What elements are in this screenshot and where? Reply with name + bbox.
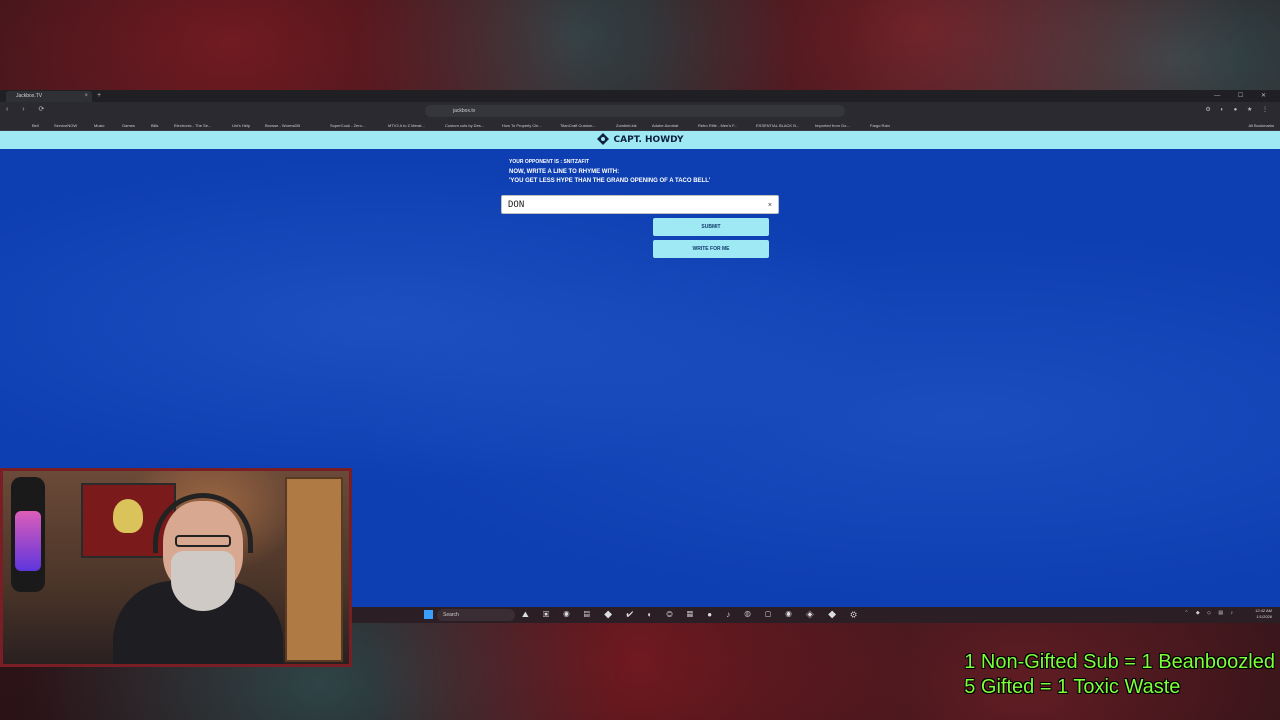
bookmark-item[interactable]: TitanCraft Custom... bbox=[560, 120, 596, 131]
bookmarks-bar: Bell ServiceNOW Music Games Bills Electr… bbox=[0, 120, 1280, 131]
flag-skull-icon bbox=[113, 499, 143, 533]
player-avatar-icon bbox=[596, 132, 609, 145]
bookmark-item[interactable]: Electronic - The Se... bbox=[174, 120, 211, 131]
rhyme-prompt: 'YOU GET LESS HYPE THAN THE GRAND OPENIN… bbox=[509, 178, 711, 184]
bookmark-item[interactable]: Custom cuts by Des... bbox=[445, 120, 484, 131]
clear-icon[interactable]: × bbox=[768, 196, 772, 215]
clock-date: 1/1/2026 bbox=[1256, 614, 1272, 619]
tab-bar: Jackbox.TV × + — ☐ ✕ bbox=[0, 90, 1280, 102]
tab-jackbox[interactable]: Jackbox.TV × bbox=[6, 91, 92, 102]
bookmark-item[interactable]: Games bbox=[122, 120, 135, 131]
system-tray-icons[interactable]: ⌃ ◆ ◇ ▤ ♪ bbox=[1184, 610, 1236, 616]
submit-button[interactable]: SUBMIT bbox=[653, 218, 769, 236]
taskbar-search[interactable]: Search bbox=[437, 609, 515, 621]
bookmark-item[interactable]: Retro Rifle - Men's F... bbox=[698, 120, 737, 131]
taskbar-app-icons[interactable]: ⛰ ▣ ◉ ▤ ◆ ✔ ◐ ◎ ▦ ● ♪ ◍ ▢ ◉ ◈ ◆ ⚙ bbox=[522, 609, 863, 621]
address-bar: ‹ › ⟳ jackbox.tv ⚙ ◐ ● ★ ⋮ bbox=[0, 102, 1280, 120]
answer-value[interactable]: DON bbox=[508, 196, 524, 215]
bookmark-item[interactable]: Browse - WormsDB bbox=[265, 120, 300, 131]
tab-close-icon[interactable]: × bbox=[84, 91, 88, 102]
overlay-line-2: 5 Gifted = 1 Toxic Waste bbox=[964, 676, 1181, 698]
bookmark-item[interactable]: SuperCook - Zero... bbox=[330, 120, 365, 131]
url-field[interactable]: jackbox.tv bbox=[425, 105, 845, 117]
bookmark-item[interactable]: Bills bbox=[151, 120, 158, 131]
webcam-door bbox=[285, 477, 343, 662]
tab-title: Jackbox.TV bbox=[16, 93, 43, 99]
sub-goal-overlay: 1 Non-Gifted Sub = 1 Beanboozled 5 Gifte… bbox=[964, 650, 1275, 700]
player-name: CAPT. HOWDY bbox=[613, 135, 684, 145]
bookmark-item[interactable]: Fargo Rain bbox=[870, 120, 890, 131]
bookmark-item[interactable]: Bell bbox=[32, 120, 39, 131]
bookmark-item[interactable]: ZombieLink bbox=[616, 120, 637, 131]
instruction-text: NOW, WRITE A LINE TO RHYME WITH: bbox=[509, 169, 620, 175]
streamer-beard bbox=[171, 551, 235, 611]
bookmark-item[interactable]: Music bbox=[94, 120, 104, 131]
bookmark-item[interactable]: ESSENTIAL BLACK B... bbox=[756, 120, 799, 131]
opponent-label: YOUR OPPONENT IS : SNITZAFIT bbox=[509, 159, 590, 165]
all-bookmarks[interactable]: All Bookmarks bbox=[1248, 120, 1274, 131]
bookmark-item[interactable]: ServiceNOW bbox=[54, 120, 77, 131]
bookmark-item[interactable]: MTV2 A to Z Merat... bbox=[388, 120, 425, 131]
bookmark-item[interactable]: Imported from Go... bbox=[815, 120, 850, 131]
windows-start-icon[interactable] bbox=[424, 610, 433, 619]
overlay-line-1: 1 Non-Gifted Sub = 1 Beanboozled bbox=[964, 651, 1275, 673]
prompt-block: YOUR OPPONENT IS : SNITZAFIT NOW, WRITE … bbox=[509, 158, 710, 186]
webcam-rgb-light bbox=[15, 511, 41, 571]
nav-buttons[interactable]: ‹ › ⟳ bbox=[6, 105, 50, 113]
bookmark-item[interactable]: Uni's Help bbox=[232, 120, 250, 131]
player-header: CAPT. HOWDY bbox=[0, 131, 1280, 149]
bookmark-item[interactable]: Adobe Acrobat bbox=[652, 120, 678, 131]
webcam-feed bbox=[0, 468, 352, 667]
window-controls[interactable]: — ☐ ✕ bbox=[1214, 90, 1274, 102]
new-tab-button[interactable]: + bbox=[97, 90, 101, 102]
write-for-me-button[interactable]: WRITE FOR ME bbox=[653, 240, 769, 258]
taskbar-clock[interactable]: 12:42 AM 1/1/2026 bbox=[1255, 608, 1272, 620]
extension-icons[interactable]: ⚙ ◐ ● ★ ⋮ bbox=[1205, 106, 1272, 113]
answer-input[interactable]: DON × bbox=[501, 195, 779, 214]
bookmark-item[interactable]: How To Properly Cle... bbox=[502, 120, 542, 131]
